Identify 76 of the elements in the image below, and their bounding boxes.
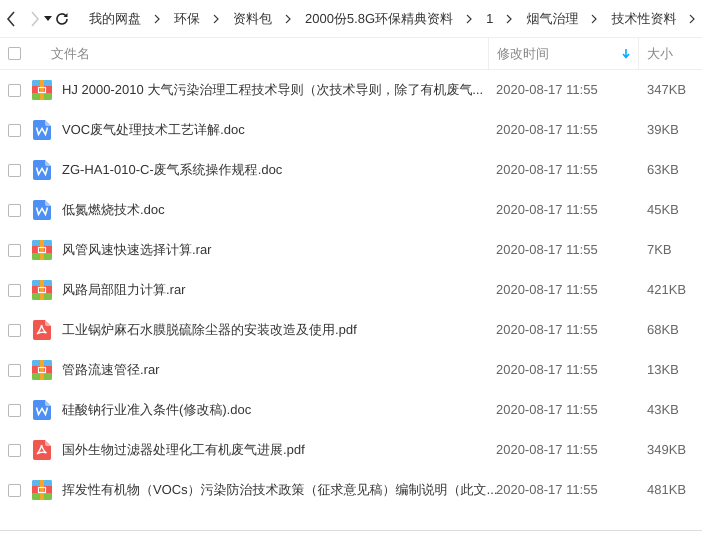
column-header[interactable]: 大小 [647, 42, 702, 66]
file-name[interactable]: 硅酸钠行业准入条件(修改稿).doc [62, 400, 252, 420]
chevron-right-icon [154, 14, 161, 24]
file-size: 39KB [647, 122, 679, 137]
refresh-icon [55, 12, 69, 26]
caret-down-icon [44, 16, 52, 21]
file-name[interactable]: 国外生物过滤器处理化工有机废气进展.pdf [62, 440, 305, 460]
chevron-right-icon [689, 14, 696, 24]
modified-time: 2020-08-17 11:55 [496, 162, 598, 177]
chevron-right-icon [466, 14, 474, 24]
file-size: 43KB [647, 402, 679, 417]
file-size: 13KB [647, 362, 679, 377]
pdf-document-icon [33, 320, 51, 340]
checkbox[interactable] [8, 364, 21, 376]
word-document-icon [33, 160, 51, 180]
file-name[interactable]: 风管风速快速选择计算.rar [62, 240, 212, 260]
chevron-right-icon [506, 14, 514, 24]
checkbox[interactable] [8, 244, 21, 256]
modified-time: 2020-08-17 11:55 [496, 202, 598, 217]
checkbox[interactable] [8, 47, 21, 60]
file-name[interactable]: 挥发性有机物（VOCs）污染防治技术政策（征求意见稿）编制说明（此文... [62, 480, 498, 500]
modified-time: 2020-08-17 11:55 [496, 482, 598, 497]
modified-time: 2020-08-17 11:55 [496, 442, 598, 457]
file-size: 45KB [647, 202, 679, 217]
modified-time: 2020-08-17 11:55 [496, 122, 598, 137]
word-document-icon [33, 400, 51, 420]
modified-time: 2020-08-17 11:55 [496, 402, 598, 417]
pdf-document-icon [33, 440, 51, 460]
file-name[interactable]: 工业锅炉麻石水膜脱硫除尘器的安装改造及使用.pdf [62, 320, 357, 340]
file-name[interactable]: ZG-HA1-010-C-废气系统操作规程.doc [62, 160, 282, 180]
file-name[interactable]: 风路局部阻力计算.rar [62, 280, 186, 300]
checkbox[interactable] [8, 124, 21, 136]
archive-file-icon [32, 80, 52, 100]
modified-time: 2020-08-17 11:55 [496, 362, 598, 377]
checkbox[interactable] [8, 444, 21, 456]
file-name[interactable]: 低氮燃烧技术.doc [62, 200, 165, 220]
breadcrumb-link[interactable]: 技术性资料 [611, 8, 676, 28]
column-header[interactable]: 修改时间 [497, 42, 638, 66]
modified-time: 2020-08-17 11:55 [496, 82, 598, 97]
file-name[interactable]: VOC废气处理技术工艺详解.doc [62, 120, 245, 140]
file-size: 347KB [647, 82, 686, 97]
breadcrumb-link[interactable]: 我的网盘 [89, 8, 141, 28]
modified-time: 2020-08-17 11:55 [496, 242, 598, 257]
archive-file-icon [32, 240, 52, 260]
checkbox[interactable] [8, 404, 21, 416]
chevron-right-icon [213, 14, 220, 24]
breadcrumb-link[interactable]: 资料包 [233, 8, 272, 28]
archive-file-icon [32, 480, 52, 500]
checkbox[interactable] [8, 484, 21, 496]
chevron-right-icon [591, 14, 598, 24]
breadcrumb-link[interactable]: 2000份5.8G环保精典资料 [305, 8, 454, 28]
checkbox[interactable] [8, 164, 21, 176]
file-size: 7KB [647, 242, 672, 257]
word-document-icon [33, 120, 51, 140]
column-header[interactable]: 文件名 [51, 42, 488, 66]
archive-file-icon [32, 360, 52, 380]
modified-time: 2020-08-17 11:55 [496, 282, 598, 297]
checkbox[interactable] [8, 324, 21, 336]
file-size: 349KB [647, 442, 686, 457]
breadcrumb-link[interactable]: 1 [486, 8, 494, 28]
breadcrumb-link[interactable]: 烟气治理 [526, 8, 578, 28]
chevron-right-icon [285, 14, 292, 24]
archive-file-icon [32, 280, 52, 300]
checkbox[interactable] [8, 84, 21, 96]
file-size: 481KB [647, 482, 686, 497]
file-size: 421KB [647, 282, 686, 297]
file-name[interactable]: 管路流速管径.rar [62, 360, 160, 380]
modified-time: 2020-08-17 11:55 [496, 322, 598, 337]
file-size: 63KB [647, 162, 679, 177]
checkbox[interactable] [8, 284, 21, 296]
file-name[interactable]: HJ 2000-2010 大气污染治理工程技术导则（次技术导则，除了有机废气... [62, 80, 484, 100]
word-document-icon [33, 200, 51, 220]
breadcrumb-link[interactable]: 环保 [174, 8, 200, 28]
file-size: 68KB [647, 322, 679, 337]
checkbox[interactable] [8, 204, 21, 216]
sort-down-icon [622, 48, 630, 58]
